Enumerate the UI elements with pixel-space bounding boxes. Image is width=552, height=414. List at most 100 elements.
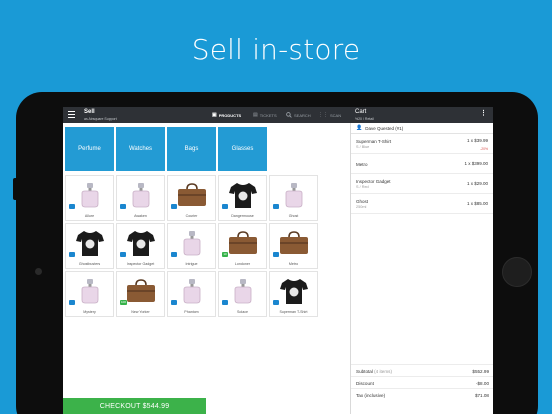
product-tile[interactable]: Allure — [65, 175, 114, 221]
line-discount: -20% — [480, 147, 488, 151]
tab-scan-label: SCAN — [330, 112, 342, 118]
tab-search[interactable]: SEARCH — [286, 112, 311, 118]
discount-label: Discount — [356, 381, 374, 386]
stock-badge — [171, 204, 177, 209]
cart-panel: 👤 Dave Quested (#1) Superman T-Shirt S /… — [350, 123, 493, 414]
cart-line[interactable]: Superman T-Shirt S / Blue 1 x $39.99 -20… — [351, 134, 493, 154]
checkout-button[interactable]: CHECKOUT $544.99 — [63, 398, 206, 414]
product-tile[interactable]: Phantom — [167, 271, 216, 317]
cart-totals: Subtotal (4 items) $552.99 Discount -$8.… — [351, 364, 493, 400]
product-name: New Yorker — [131, 310, 150, 314]
pos-screen: Sell as Airsquare Support ▣ PRODUCTS ▤ T… — [63, 107, 493, 414]
box-icon: ▣ — [212, 112, 217, 118]
customer-name: Dave Quested (#1) — [365, 125, 404, 131]
stock-badge — [273, 300, 279, 305]
line-product-name: Metro — [356, 162, 368, 167]
tab-tickets[interactable]: ▤ TICKETS — [253, 112, 277, 118]
product-tile[interactable]: 10 Londoner — [218, 223, 267, 269]
product-name: Metro — [288, 262, 299, 266]
line-quantity-price: 1 x $39.99 — [466, 138, 488, 143]
tax-row: Tax (inclusive) $71.08 — [351, 388, 493, 400]
line-product-name: Inspector Gadget — [356, 179, 391, 184]
product-tile[interactable]: Ghost — [269, 175, 318, 221]
product-tile[interactable]: Intrigue — [167, 223, 216, 269]
product-name: Mystery — [83, 310, 96, 314]
sell-subtitle: as Airsquare Support — [84, 117, 117, 121]
subtotal-label: Subtotal — [356, 369, 373, 374]
tablet-home-button — [502, 257, 532, 287]
product-tile[interactable]: Metro — [269, 223, 318, 269]
product-grid: Allure Awaken Courier Dangermouse Ghost Ghost… — [65, 175, 318, 317]
category-perfume[interactable]: Perfume — [65, 127, 114, 171]
stock-badge — [273, 204, 279, 209]
tab-products-label: PRODUCTS — [218, 112, 242, 118]
sell-title: Sell — [84, 109, 95, 115]
product-tile[interactable]: Ghostbusters — [65, 223, 114, 269]
hamburger-menu-icon[interactable] — [68, 111, 75, 118]
product-name: Phantom — [184, 310, 199, 314]
line-variant: S / Red — [356, 185, 369, 189]
discount-value: -$8.00 — [475, 381, 489, 386]
cart-line[interactable]: Metro 1 x $399.00 — [351, 154, 493, 174]
product-tile[interactable]: Mystery — [65, 271, 114, 317]
stock-badge — [171, 252, 177, 257]
customer-row[interactable]: 👤 Dave Quested (#1) — [351, 123, 493, 134]
product-tile[interactable]: 100 New Yorker — [116, 271, 165, 317]
product-name: Intrigue — [185, 262, 198, 266]
line-quantity-price: 1 x $29.00 — [466, 181, 488, 186]
subtotal-row: Subtotal (4 items) $552.99 — [351, 364, 493, 376]
stock-badge — [69, 252, 75, 257]
product-name: Dangermouse — [231, 214, 254, 218]
product-tile[interactable]: Dangermouse — [218, 175, 267, 221]
stock-badge — [222, 204, 228, 209]
product-tile[interactable]: Superman T-Shirt — [269, 271, 318, 317]
cart-title: Cart — [355, 109, 367, 115]
stock-badge — [120, 204, 126, 209]
ticket-icon: ▤ — [253, 112, 258, 118]
cart-line[interactable]: Inspector Gadget S / Red 1 x $29.00 — [351, 174, 493, 194]
tab-tickets-label: TICKETS — [259, 112, 277, 118]
product-name: Londoner — [234, 262, 251, 266]
product-name: Ghost — [288, 214, 299, 218]
user-icon: 👤 — [356, 125, 363, 131]
sell-topbar: Sell as Airsquare Support ▣ PRODUCTS ▤ T… — [63, 107, 350, 123]
line-product-name: Ghost — [356, 199, 369, 204]
stock-badge — [273, 252, 279, 257]
subtotal-items: (4 items) — [374, 369, 393, 374]
stock-badge — [120, 252, 126, 257]
line-product-name: Superman T-Shirt — [356, 139, 392, 144]
product-tile[interactable]: Courier — [167, 175, 216, 221]
product-name: Awaken — [134, 214, 147, 218]
category-bags[interactable]: Bags — [167, 127, 216, 171]
product-name: Solace — [237, 310, 248, 314]
product-tile[interactable]: Solace — [218, 271, 267, 317]
tab-products[interactable]: ▣ PRODUCTS — [212, 112, 241, 118]
line-quantity-price: 1 x $85.00 — [466, 201, 488, 206]
line-variant: S / Blue — [356, 145, 370, 149]
stock-badge — [69, 204, 75, 209]
product-tile[interactable]: Awaken — [116, 175, 165, 221]
line-variant: 250ml — [356, 205, 367, 209]
tab-scan[interactable]: ⋮⋮ SCAN — [318, 112, 341, 118]
category-glasses[interactable]: Glasses — [218, 127, 267, 171]
barcode-icon: ⋮⋮ — [318, 112, 328, 118]
search-icon — [286, 112, 292, 118]
headline: Sell in-store — [191, 33, 361, 66]
product-name: Inspector Gadget — [126, 262, 155, 266]
cart-line[interactable]: Ghost 250ml 1 x $85.00 — [351, 194, 493, 214]
tablet-camera — [35, 268, 42, 275]
discount-row[interactable]: Discount -$8.00 — [351, 376, 493, 388]
stock-badge — [171, 300, 177, 305]
more-options-icon[interactable]: ⋮ — [480, 110, 487, 117]
product-name: Courier — [185, 214, 198, 218]
stock-badge — [222, 300, 228, 305]
cart-topbar: Cart %20 / Retail ⋮ — [350, 107, 493, 123]
stock-badge: 100 — [120, 300, 128, 305]
line-quantity-price: 1 x $399.00 — [464, 161, 488, 166]
category-row: Perfume Watches Bags Glasses — [65, 127, 267, 171]
tab-search-label: SEARCH — [294, 112, 311, 118]
product-tile[interactable]: Inspector Gadget — [116, 223, 165, 269]
category-watches[interactable]: Watches — [116, 127, 165, 171]
tax-value: $71.08 — [474, 393, 489, 398]
product-name: Allure — [84, 214, 95, 218]
